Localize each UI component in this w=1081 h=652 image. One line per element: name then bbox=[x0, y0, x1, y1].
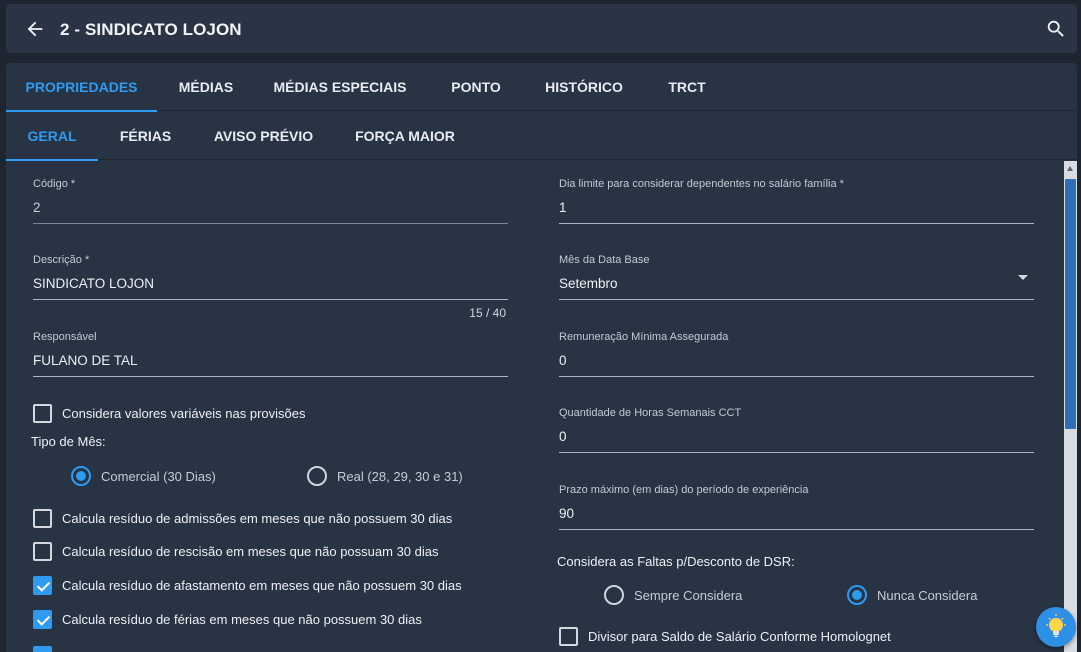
primary-tabs: PROPRIEDADES MÉDIAS MÉDIAS ESPECIAIS PON… bbox=[6, 63, 1077, 112]
residuo-rescisao-checkbox[interactable]: Calcula resíduo de rescisão em meses que… bbox=[33, 542, 439, 561]
radio-comercial[interactable]: Comercial (30 Dias) bbox=[71, 466, 216, 486]
descricao-field[interactable]: Descrição * SINDICATO LOJON 15 / 40 bbox=[33, 254, 508, 320]
subtab-aviso-previo[interactable]: AVISO PRÉVIO bbox=[193, 112, 334, 160]
divisor-homolognet-checkbox[interactable]: Divisor para Saldo de Salário Conforme H… bbox=[559, 627, 891, 646]
codigo-label: Código * bbox=[33, 178, 76, 190]
responsavel-underline bbox=[33, 376, 508, 377]
residuo-ferias-checkbox[interactable]: Calcula resíduo de férias em meses que n… bbox=[33, 610, 422, 629]
codigo-underline bbox=[33, 223, 508, 224]
checkbox-box[interactable] bbox=[33, 404, 52, 423]
descricao-underline bbox=[33, 299, 508, 300]
tab-medias[interactable]: MÉDIAS bbox=[157, 63, 255, 111]
dia-limite-label: Dia limite para considerar dependentes n… bbox=[559, 178, 844, 190]
residuo-afastamento-label: Calcula resíduo de afastamento em meses … bbox=[62, 578, 462, 593]
prazo-experiencia-field[interactable]: Prazo máximo (em dias) do período de exp… bbox=[559, 484, 1034, 534]
considera-variaveis-checkbox[interactable]: Considera valores variáveis nas provisõe… bbox=[33, 404, 306, 423]
form-content: Código * 2 Descrição * SINDICATO LOJON 1… bbox=[6, 161, 1064, 652]
residuo-ferias-label: Calcula resíduo de férias em meses que n… bbox=[62, 612, 422, 627]
main-panel: PROPRIEDADES MÉDIAS MÉDIAS ESPECIAIS PON… bbox=[6, 63, 1077, 652]
checkbox-box-checked[interactable] bbox=[33, 576, 52, 595]
mes-data-base-select[interactable]: Mês da Data Base Setembro bbox=[559, 254, 1034, 304]
horas-semanais-label: Quantidade de Horas Semanais CCT bbox=[559, 407, 742, 419]
remuneracao-field[interactable]: Remuneração Mínima Assegurada 0 bbox=[559, 331, 1034, 381]
mes-data-base-underline bbox=[559, 299, 1034, 300]
checkbox-box[interactable] bbox=[559, 627, 578, 646]
faltas-dsr-label: Considera as Faltas p/Desconto de DSR: bbox=[557, 554, 795, 569]
help-fab-button[interactable] bbox=[1036, 607, 1076, 647]
checkbox-box[interactable] bbox=[33, 509, 52, 528]
radio-circle-selected[interactable] bbox=[847, 585, 867, 605]
radio-real-label: Real (28, 29, 30 e 31) bbox=[337, 468, 463, 484]
tab-propriedades[interactable]: PROPRIEDADES bbox=[6, 63, 157, 112]
lightbulb-icon bbox=[1046, 614, 1066, 638]
horas-semanais-field[interactable]: Quantidade de Horas Semanais CCT 0 bbox=[559, 407, 1034, 457]
radio-sempre-considera[interactable]: Sempre Considera bbox=[604, 585, 742, 605]
residuo-afastamento-checkbox[interactable]: Calcula resíduo de afastamento em meses … bbox=[33, 576, 462, 595]
mes-data-base-value: Setembro bbox=[559, 276, 618, 291]
prazo-experiencia-underline bbox=[559, 529, 1034, 530]
tab-trct[interactable]: TRCT bbox=[641, 63, 733, 111]
radio-circle[interactable] bbox=[604, 585, 624, 605]
horas-semanais-value: 0 bbox=[559, 429, 567, 444]
dia-limite-value: 1 bbox=[559, 200, 567, 215]
remuneracao-underline bbox=[559, 376, 1034, 377]
residuo-admissoes-label: Calcula resíduo de admissões em meses qu… bbox=[62, 511, 453, 526]
next-checkbox-partial[interactable] bbox=[33, 646, 62, 652]
checkbox-box-checked[interactable] bbox=[33, 646, 52, 652]
residuo-admissoes-checkbox[interactable]: Calcula resíduo de admissões em meses qu… bbox=[33, 509, 452, 528]
subtab-geral[interactable]: GERAL bbox=[6, 112, 98, 161]
scrollbar-thumb[interactable] bbox=[1065, 179, 1076, 429]
prazo-experiencia-label: Prazo máximo (em dias) do período de exp… bbox=[559, 484, 809, 496]
scroll-up-arrow-icon[interactable] bbox=[1067, 166, 1073, 171]
residuo-rescisao-label: Calcula resíduo de rescisão em meses que… bbox=[62, 544, 439, 559]
subtab-ferias[interactable]: FÉRIAS bbox=[98, 112, 193, 160]
descricao-counter: 15 / 40 bbox=[469, 306, 506, 320]
dia-limite-field[interactable]: Dia limite para considerar dependentes n… bbox=[559, 178, 1034, 228]
mes-data-base-label: Mês da Data Base bbox=[559, 254, 650, 266]
top-app-bar: 2 - SINDICATO LOJON bbox=[6, 4, 1077, 53]
radio-circle[interactable] bbox=[307, 466, 327, 486]
tab-historico[interactable]: HISTÓRICO bbox=[527, 63, 641, 111]
descricao-label: Descrição * bbox=[33, 254, 90, 266]
checkbox-box[interactable] bbox=[33, 542, 52, 561]
tab-ponto[interactable]: PONTO bbox=[425, 63, 527, 111]
radio-nunca-considera[interactable]: Nunca Considera bbox=[847, 585, 977, 605]
chevron-down-icon[interactable] bbox=[1018, 275, 1028, 280]
radio-comercial-label: Comercial (30 Dias) bbox=[101, 468, 216, 484]
considera-variaveis-label: Considera valores variáveis nas provisõe… bbox=[62, 406, 306, 421]
horas-semanais-underline bbox=[559, 452, 1034, 453]
page-title: 2 - SINDICATO LOJON bbox=[60, 20, 242, 39]
search-icon[interactable] bbox=[1045, 18, 1067, 40]
remuneracao-label: Remuneração Mínima Assegurada bbox=[559, 331, 729, 343]
vertical-scrollbar[interactable] bbox=[1064, 161, 1077, 652]
tipo-mes-label: Tipo de Mês: bbox=[31, 434, 106, 449]
radio-real[interactable]: Real (28, 29, 30 e 31) bbox=[307, 466, 463, 486]
prazo-experiencia-value: 90 bbox=[559, 506, 575, 521]
codigo-field[interactable]: Código * 2 bbox=[33, 178, 508, 228]
secondary-tabs: GERAL FÉRIAS AVISO PRÉVIO FORÇA MAIOR bbox=[6, 112, 1077, 161]
responsavel-label: Responsável bbox=[33, 331, 97, 343]
codigo-value: 2 bbox=[33, 200, 41, 215]
radio-nunca-label: Nunca Considera bbox=[877, 587, 978, 603]
divisor-homolognet-label: Divisor para Saldo de Salário Conforme H… bbox=[588, 629, 891, 644]
radio-sempre-label: Sempre Considera bbox=[634, 587, 743, 603]
descricao-value: SINDICATO LOJON bbox=[33, 276, 155, 291]
arrow-left-icon[interactable] bbox=[24, 18, 46, 40]
checkbox-box-checked[interactable] bbox=[33, 610, 52, 629]
responsavel-value: FULANO DE TAL bbox=[33, 353, 138, 368]
tab-medias-especiais[interactable]: MÉDIAS ESPECIAIS bbox=[255, 63, 425, 111]
subtab-forca-maior[interactable]: FORÇA MAIOR bbox=[334, 112, 476, 160]
responsavel-field[interactable]: Responsável FULANO DE TAL bbox=[33, 331, 508, 381]
remuneracao-value: 0 bbox=[559, 353, 567, 368]
dia-limite-underline bbox=[559, 223, 1034, 224]
radio-circle-selected[interactable] bbox=[71, 466, 91, 486]
